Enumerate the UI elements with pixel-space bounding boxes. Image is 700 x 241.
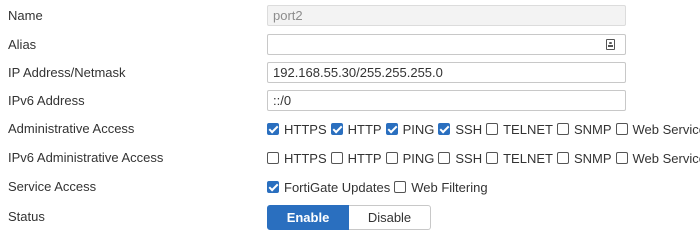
ipv6-admin-access-options: HTTPS HTTP PING SSH TELNET SNMP Web Service — [267, 144, 700, 172]
admin-access-option-http[interactable]: HTTP — [330, 121, 382, 137]
service-access-options: FortiGate Updates Web Filtering — [267, 173, 492, 201]
ipv6-address-field[interactable] — [267, 90, 626, 111]
ipv6-admin-access-option-label: SSH — [455, 150, 483, 166]
ipv6-admin-access-checkbox-ping[interactable] — [385, 152, 398, 164]
admin-access-label: Administrative Access — [8, 121, 135, 136]
ipv6-admin-access-checkbox-ssh[interactable] — [438, 152, 451, 164]
alias-row: Alias — [0, 31, 700, 59]
name-field — [267, 5, 626, 26]
admin-access-checkbox-ssh[interactable] — [438, 123, 451, 135]
disable-button[interactable]: Disable — [349, 205, 431, 230]
ip-netmask-field[interactable] — [267, 62, 626, 83]
ip-netmask-label: IP Address/Netmask — [8, 65, 126, 80]
ipv6-admin-access-checkbox-telnet[interactable] — [486, 152, 499, 164]
admin-access-option-label: HTTPS — [284, 121, 327, 137]
ipv6-admin-access-checkbox-http[interactable] — [330, 152, 343, 164]
ipv6-admin-access-option-telnet[interactable]: TELNET — [486, 151, 553, 166]
admin-access-option-label: SSH — [455, 121, 483, 137]
ipv6-admin-access-checkbox-web-service[interactable] — [615, 152, 628, 164]
admin-access-option-ssh[interactable]: SSH — [438, 122, 482, 137]
alias-label: Alias — [8, 37, 37, 52]
status-label: Status — [8, 209, 45, 224]
service-access-label: Service Access — [8, 179, 97, 194]
service-access-checkbox-fortigate-updates[interactable] — [267, 181, 279, 193]
ipv6-admin-access-option-label: TELNET — [503, 150, 553, 166]
alias-field[interactable] — [267, 34, 626, 55]
service-access-checkbox-web-filtering[interactable] — [394, 181, 407, 193]
ip-netmask-row: IP Address/Netmask — [0, 59, 700, 87]
ipv6-address-row: IPv6 Address — [0, 87, 700, 115]
ipv6-admin-access-option-http[interactable]: HTTP — [330, 150, 382, 166]
ipv6-admin-access-option-label: SNMP — [573, 150, 612, 166]
admin-access-option-label: TELNET — [503, 121, 553, 137]
ipv6-admin-access-row: IPv6 Administrative Access HTTPS HTTP PING… — [0, 144, 700, 172]
name-label: Name — [8, 8, 43, 23]
ipv6-admin-access-option-label: Web Service — [632, 150, 700, 166]
admin-access-options: HTTPS HTTP PING SSH TELNET SNMP Web Service — [267, 115, 700, 143]
admin-access-option-ping[interactable]: PING — [385, 121, 435, 137]
ipv6-admin-access-option-label: PING — [402, 150, 435, 166]
service-access-option-fortigate-updates[interactable]: FortiGate Updates — [267, 180, 390, 195]
admin-access-option-label: PING — [402, 121, 435, 137]
address-book-icon[interactable] — [606, 39, 615, 50]
ipv6-admin-access-option-web-service[interactable]: Web Service — [615, 150, 700, 166]
enable-button[interactable]: Enable — [267, 205, 349, 230]
admin-access-option-snmp[interactable]: SNMP — [556, 121, 612, 137]
admin-access-checkbox-telnet[interactable] — [486, 123, 499, 135]
admin-access-checkbox-http[interactable] — [330, 123, 343, 135]
status-toggle: Enable Disable — [267, 205, 431, 230]
service-access-option-web-filtering[interactable]: Web Filtering — [394, 179, 488, 195]
admin-access-checkbox-snmp[interactable] — [556, 123, 569, 135]
status-row: Status Enable Disable — [0, 203, 700, 231]
ipv6-admin-access-option-snmp[interactable]: SNMP — [556, 150, 612, 166]
ipv6-admin-access-option-ssh[interactable]: SSH — [438, 151, 482, 166]
ipv6-admin-access-option-ping[interactable]: PING — [385, 150, 435, 166]
ipv6-admin-access-option-label: HTTP — [347, 150, 382, 166]
service-access-option-label: FortiGate Updates — [284, 179, 391, 195]
ipv6-address-label: IPv6 Address — [8, 93, 85, 108]
ipv6-admin-access-option-https[interactable]: HTTPS — [267, 151, 327, 166]
admin-access-option-label: SNMP — [573, 121, 612, 137]
admin-access-checkbox-web-service[interactable] — [615, 123, 628, 135]
admin-access-option-telnet[interactable]: TELNET — [486, 122, 553, 137]
name-row: Name — [0, 2, 700, 30]
admin-access-option-https[interactable]: HTTPS — [267, 122, 327, 137]
interface-settings-form: Name Alias IP Address/Netmask IPv6 Addre… — [0, 0, 700, 241]
ipv6-admin-access-checkbox-snmp[interactable] — [556, 152, 569, 164]
service-access-option-label: Web Filtering — [411, 179, 488, 195]
admin-access-checkbox-ping[interactable] — [385, 123, 398, 135]
admin-access-option-label: HTTP — [347, 121, 382, 137]
ipv6-admin-access-option-label: HTTPS — [284, 150, 327, 166]
ipv6-admin-access-label: IPv6 Administrative Access — [8, 150, 164, 165]
admin-access-option-label: Web Service — [632, 121, 700, 137]
admin-access-checkbox-https[interactable] — [267, 123, 279, 135]
service-access-row: Service Access FortiGate Updates Web Filt… — [0, 173, 700, 201]
admin-access-row: Administrative Access HTTPS HTTP PING SSH TE… — [0, 115, 700, 143]
admin-access-option-web-service[interactable]: Web Service — [615, 121, 700, 137]
ipv6-admin-access-checkbox-https[interactable] — [267, 152, 279, 164]
